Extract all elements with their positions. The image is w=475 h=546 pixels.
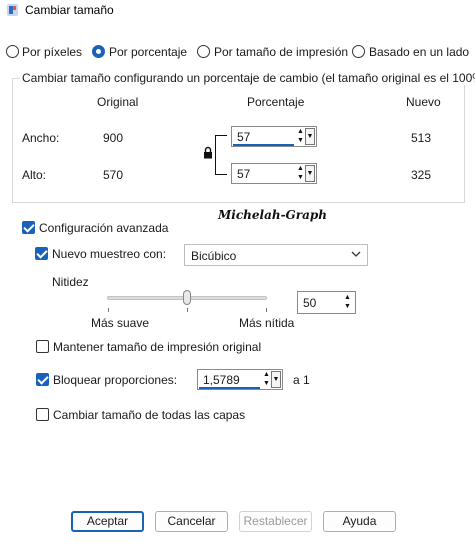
sharpness-value[interactable]: 50 (303, 296, 316, 310)
column-header-original: Original (97, 95, 139, 109)
advanced-settings-label[interactable]: Configuración avanzada (39, 221, 168, 235)
spin-down-icon[interactable]: ▼ (296, 137, 305, 145)
height-percent-stepper[interactable]: ▲ ▼ (296, 165, 305, 182)
height-percent-value[interactable]: 57 (237, 167, 250, 181)
width-percent-stepper[interactable]: ▲ ▼ (296, 128, 305, 145)
ratio-dropdown-icon[interactable]: ▼ (271, 371, 281, 388)
sharpness-slider-thumb[interactable] (183, 290, 191, 305)
height-label: Alto: (22, 168, 47, 182)
height-new-value: 325 (411, 168, 432, 182)
lock-icon[interactable] (203, 146, 213, 159)
sharpness-stepper[interactable]: ▲ ▼ (343, 294, 352, 311)
radio-label-by-one-side[interactable]: Basado en un lado (369, 45, 469, 59)
ratio-value[interactable]: 1,5789 (203, 373, 240, 387)
slider-tick (266, 308, 267, 312)
column-header-new: Nuevo (406, 95, 441, 109)
resize-all-layers-checkbox[interactable] (36, 408, 49, 421)
resample-label[interactable]: Nuevo muestreo con: (52, 247, 166, 261)
width-percent-dropdown-icon[interactable]: ▼ (305, 128, 315, 145)
resample-method-select[interactable]: Bicúbico (184, 244, 368, 266)
softer-label: Más suave (91, 316, 150, 330)
width-percent-focus-bar (233, 144, 294, 146)
spin-down-icon[interactable]: ▼ (343, 303, 352, 311)
spin-up-icon[interactable]: ▲ (343, 294, 352, 302)
width-percent-spinner[interactable]: 57 ▲ ▼ ▼ (231, 126, 317, 147)
ratio-focus-bar (199, 387, 260, 389)
slider-tick (187, 308, 188, 312)
resize-all-layers-label[interactable]: Cambiar tamaño de todas las capas (53, 408, 245, 422)
spin-up-icon[interactable]: ▲ (296, 128, 305, 136)
watermark-signature: Michelah-Graph (218, 208, 328, 222)
radio-label-by-pixels[interactable]: Por píxeles (22, 45, 82, 59)
lock-ratio-label[interactable]: Bloquear proporciones: (53, 373, 177, 387)
ok-button[interactable]: Aceptar (71, 511, 144, 532)
aspect-link-bracket (215, 135, 227, 175)
spin-up-icon[interactable]: ▲ (296, 165, 305, 173)
width-original-value: 900 (103, 131, 124, 145)
title-bar: Cambiar tamaño (0, 0, 475, 22)
chevron-down-icon[interactable] (351, 251, 361, 258)
height-percent-dropdown-icon[interactable]: ▼ (305, 165, 315, 182)
radio-by-pixels[interactable] (6, 45, 19, 58)
help-button[interactable]: Ayuda (323, 511, 396, 532)
spin-down-icon[interactable]: ▼ (262, 380, 271, 388)
radio-by-one-side[interactable] (352, 45, 365, 58)
advanced-settings-checkbox[interactable] (22, 221, 35, 234)
sharper-label: Más nítida (239, 316, 295, 330)
app-icon (7, 4, 18, 16)
spin-down-icon[interactable]: ▼ (296, 174, 305, 182)
height-original-value: 570 (103, 168, 124, 182)
radio-label-by-print-size[interactable]: Por tamaño de impresión (214, 45, 348, 59)
sharpness-spinner[interactable]: 50 ▲ ▼ (297, 291, 356, 314)
width-new-value: 513 (411, 131, 432, 145)
group-title: Cambiar tamaño configurando un porcentaj… (20, 71, 475, 85)
column-header-percentage: Porcentaje (247, 95, 305, 109)
resample-checkbox[interactable] (35, 247, 48, 260)
ratio-suffix: a 1 (293, 373, 310, 387)
width-percent-value[interactable]: 57 (237, 130, 250, 144)
ratio-spinner[interactable]: 1,5789 ▲ ▼ ▼ (197, 369, 283, 390)
window-title: Cambiar tamaño (25, 3, 114, 17)
lock-ratio-checkbox[interactable] (36, 373, 49, 386)
keep-print-size-label[interactable]: Mantener tamaño de impresión original (53, 340, 261, 354)
ratio-stepper[interactable]: ▲ ▼ (262, 371, 271, 388)
keep-print-size-checkbox[interactable] (36, 340, 49, 353)
reset-button[interactable]: Restablecer (239, 511, 312, 532)
radio-label-by-percentage[interactable]: Por porcentaje (109, 45, 187, 59)
width-label: Ancho: (22, 131, 60, 145)
slider-tick (108, 308, 109, 312)
radio-by-percentage[interactable] (92, 45, 105, 58)
resize-mode-group: Por píxeles Por porcentaje Por tamaño de… (0, 45, 475, 61)
sharpness-label: Nitidez (52, 275, 89, 289)
radio-by-print-size[interactable] (197, 45, 210, 58)
cancel-button[interactable]: Cancelar (155, 511, 228, 532)
height-percent-spinner[interactable]: 57 ▲ ▼ ▼ (231, 163, 317, 184)
resample-method-value[interactable]: Bicúbico (191, 249, 236, 263)
spin-up-icon[interactable]: ▲ (262, 371, 271, 379)
